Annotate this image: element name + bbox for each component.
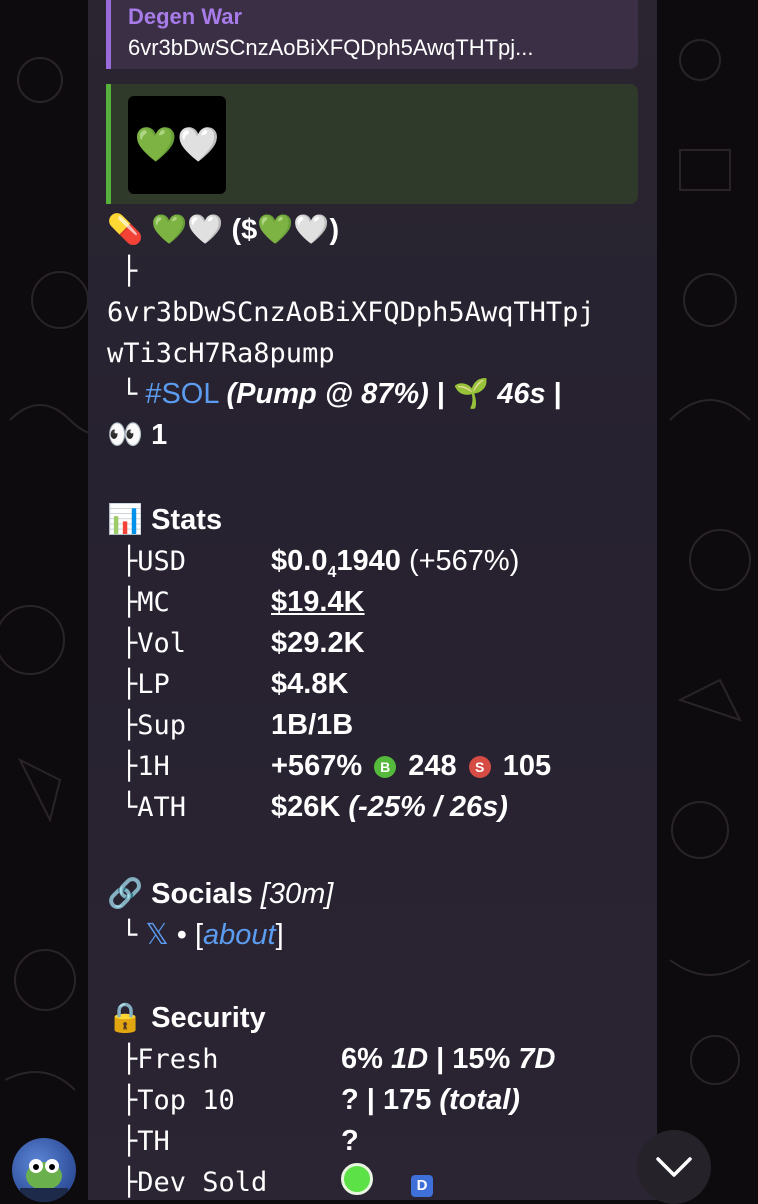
scroll-down-button[interactable] xyxy=(637,1130,711,1204)
security-value: 6% 1D | 15% 7D xyxy=(341,1043,556,1075)
stat-key: └ATH xyxy=(121,792,187,823)
bar-chart-icon: 📊 xyxy=(107,504,144,536)
tree-branch: ├ xyxy=(121,256,138,287)
stat-key: ├1H xyxy=(121,751,170,782)
socials-age: [30m] xyxy=(260,878,334,910)
stat-value: $29.2K xyxy=(271,627,365,659)
chevron-down-icon xyxy=(656,1157,692,1177)
token-address-1[interactable]: 6vr3bDwSCnzAoBiXFQDph5AwqTHTpj xyxy=(107,292,595,333)
tree-corner: └ xyxy=(121,379,138,410)
security-key: ├Top 10 xyxy=(121,1085,235,1116)
pill-icon: 💊 xyxy=(107,214,144,246)
top10-value: ? | 175 xyxy=(341,1084,432,1116)
pump-status: (Pump @ 87%) xyxy=(226,378,429,410)
watchers-count: 1 xyxy=(151,419,168,451)
eyes-icon: 👀 xyxy=(107,419,144,451)
watchers-line: 👀 1 xyxy=(107,415,167,456)
stats-heading: Stats xyxy=(151,504,223,536)
sell-count: 105 xyxy=(502,750,552,782)
about-link[interactable]: about xyxy=(203,919,276,951)
chain-hashtag[interactable]: #SOL xyxy=(145,378,218,410)
about-close: ] xyxy=(275,919,284,951)
change-1h: +567% xyxy=(271,750,363,782)
stat-key: ├LP xyxy=(121,669,170,700)
buy-count: 248 xyxy=(408,750,457,782)
separator: | xyxy=(436,378,445,410)
chain-line: └ #SOL (Pump @ 87%) | 🌱 46s | xyxy=(121,374,562,415)
token-ticker: ($💚🤍) xyxy=(231,214,340,246)
reply-quote[interactable]: Degen War 6vr3bDwSCnzAoBiXFQDph5AwqTHTpj… xyxy=(106,0,638,69)
green-circle-icon xyxy=(341,1163,373,1195)
security-heading-line: 🔒 Security xyxy=(107,998,266,1039)
stat-key: ├USD xyxy=(121,546,187,577)
security-value: D xyxy=(341,1162,434,1203)
lock-icon: 🔒 xyxy=(107,1002,144,1034)
security-key: ├Dev Sold xyxy=(121,1167,268,1198)
stat-value-link[interactable]: $19.4K xyxy=(271,582,365,623)
reply-title: Degen War xyxy=(128,4,243,29)
separator-2: | xyxy=(553,378,562,410)
about-open: [ xyxy=(194,919,204,951)
buy-badge-icon: B xyxy=(374,756,397,778)
stat-value: $4.8K xyxy=(271,668,349,700)
dev-badge-icon: D xyxy=(411,1175,434,1197)
security-heading: Security xyxy=(151,1002,266,1034)
socials-heading-line: 🔗 Socials [30m] xyxy=(107,874,333,915)
stat-value: 1B/1B xyxy=(271,709,354,741)
token-age: 46s xyxy=(497,378,546,410)
seedling-icon: 🌱 xyxy=(453,378,490,410)
token-title-line: 💊 💚🤍 ($💚🤍) xyxy=(107,210,339,251)
stat-key: ├MC xyxy=(121,587,170,618)
stat-value: $26K (-25% / 26s) xyxy=(271,787,508,828)
security-value: ? xyxy=(341,1125,359,1157)
socials-heading: Socials xyxy=(151,878,253,910)
security-value: ? | 175 (total) xyxy=(341,1080,520,1121)
top10-extra: (total) xyxy=(439,1084,520,1116)
tree-corner: └ xyxy=(121,920,138,951)
link-preview[interactable]: 💚🤍 xyxy=(106,84,638,204)
stats-heading-line: 📊 Stats xyxy=(107,500,222,541)
avatar[interactable] xyxy=(12,1138,76,1202)
reply-text: 6vr3bDwSCnzAoBiXFQDph5AwqTHTpj... xyxy=(128,35,534,60)
security-key: ├TH xyxy=(121,1126,170,1157)
thumbnail-emoji: 💚🤍 xyxy=(134,126,220,164)
bullet: • xyxy=(176,919,187,951)
sell-badge-icon: S xyxy=(468,756,491,778)
stat-value: +567% B 248 S 105 xyxy=(271,746,551,787)
security-key: ├Fresh xyxy=(121,1044,219,1075)
ath-value: $26K xyxy=(271,791,341,823)
x-link-icon[interactable]: 𝕏 xyxy=(145,919,168,951)
stat-key: ├Sup xyxy=(121,710,187,741)
ath-extra: (-25% / 26s) xyxy=(348,791,508,823)
frog-avatar-icon xyxy=(20,1159,68,1202)
link-icon: 🔗 xyxy=(107,878,144,910)
socials-links-line: └ 𝕏 • [about] xyxy=(121,915,284,956)
preview-thumbnail[interactable]: 💚🤍 xyxy=(128,96,226,194)
stat-key: ├Vol xyxy=(121,628,187,659)
token-address-2[interactable]: wTi3cH7Ra8pump xyxy=(107,333,335,374)
token-name: 💚🤍 xyxy=(151,214,224,246)
